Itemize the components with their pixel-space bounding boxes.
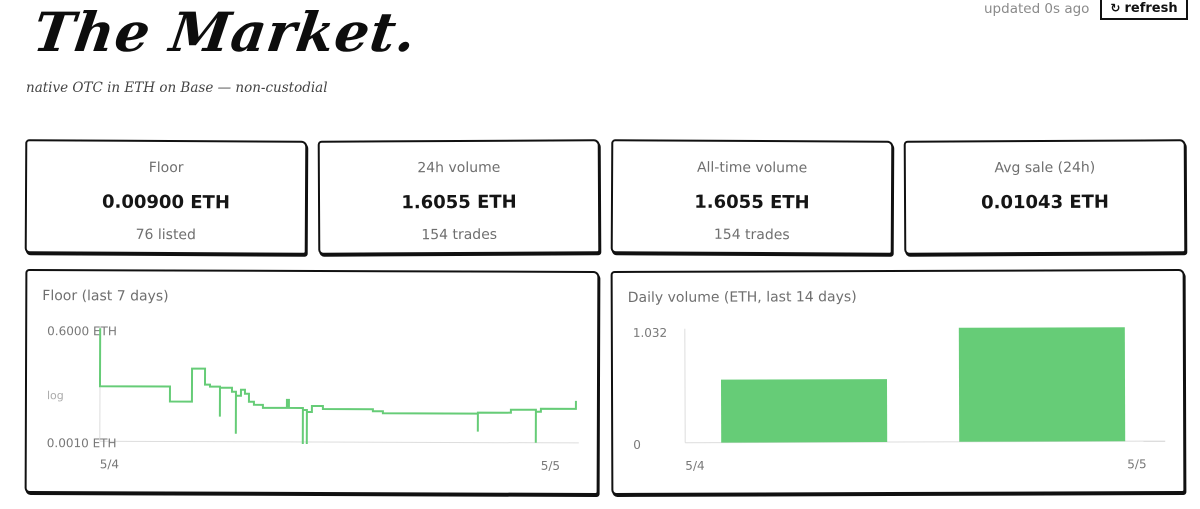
page-subtitle: native OTC in ETH on Base — non-custodia… [26,80,328,96]
stat-value: 0.00900 ETH [101,191,230,214]
refresh-button[interactable]: ↻ refresh [1100,0,1188,20]
volume-y-bottom-label: 0 [633,438,641,452]
stat-card-all-time-volume: All-time volume 1.6055 ETH 154 trades [610,139,894,255]
stat-card-floor: Floor 0.00900 ETH 76 listed [24,139,308,255]
floor-x-axis [99,440,579,444]
stat-sub [906,226,1184,227]
stat-card-24h-volume: 24h volume 1.6055 ETH 154 trades [317,139,601,255]
stat-sub: 154 trades [421,226,498,244]
stat-label: 24h volume [417,159,501,177]
floor-x-label-start: 5/4 [100,457,119,471]
volume-bar-5-5 [958,327,1126,442]
floor-chart-card: Floor (last 7 days) 0.6000 ETH log 0.001… [24,268,600,496]
stat-label: All-time volume [696,159,808,177]
stat-card-avg-sale: Avg sale (24h) 0.01043 ETH [903,139,1187,255]
page-title: The Market. [29,0,421,64]
volume-x-label-start: 5/4 [685,459,704,473]
stat-sub: 76 listed [135,226,196,244]
volume-bar-5-4 [720,379,888,443]
stat-value: 1.6055 ETH [401,191,517,214]
volume-chart-card: Daily volume (ETH, last 14 days) 1.032 0… [610,268,1186,496]
refresh-icon: ↻ [1110,1,1121,15]
stat-sub: 154 trades [713,226,790,244]
volume-x-label-end: 5/5 [1127,457,1146,471]
floor-y-scale-label: log [47,389,64,402]
volume-y-top-label: 1.032 [633,326,667,340]
refresh-label: refresh [1124,0,1178,16]
stat-value: 0.01043 ETH [981,191,1110,214]
floor-y-bottom-label: 0.0010 ETH [47,436,117,450]
updated-status: updated 0s ago [984,1,1090,17]
floor-x-label-end: 5/5 [541,459,560,473]
stat-label: Floor [148,159,184,177]
floor-line-series [98,328,577,444]
stat-value: 1.6055 ETH [694,191,810,214]
floor-y-top-label: 0.6000 ETH [47,324,117,338]
volume-chart: 1.032 0 5/4 5/5 [633,326,1166,473]
floor-chart: 0.6000 ETH log 0.0010 ETH 5/4 5/5 [47,324,579,473]
stat-label: Avg sale (24h) [994,159,1096,177]
